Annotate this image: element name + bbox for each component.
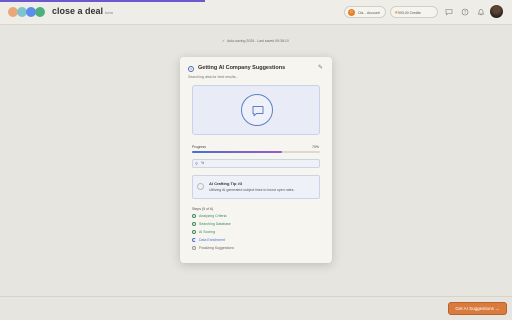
- step-item: Data Enrichment: [192, 237, 226, 243]
- svg-text:?: ?: [464, 9, 466, 14]
- spinner-icon: [192, 237, 196, 242]
- check-icon: ✓: [222, 39, 225, 43]
- user-initial: C: [348, 9, 355, 16]
- tip-card: AI Crafting Tip #3 Utilizing AI-generate…: [192, 175, 320, 199]
- step-item: Analyzing Criteria: [192, 213, 227, 219]
- step-label: AI Scoring: [199, 230, 216, 234]
- edit-icon[interactable]: ✎: [318, 64, 323, 71]
- account-label: Cla... Account: [358, 11, 380, 15]
- progress-label: Progress: [192, 145, 207, 149]
- avatar[interactable]: [490, 5, 503, 18]
- loading-strip: [0, 0, 205, 2]
- account-switcher[interactable]: C Cla... Account: [344, 6, 386, 18]
- bell-icon[interactable]: [477, 8, 485, 16]
- step-label: Analyzing Criteria: [199, 214, 227, 218]
- check-circle-icon: [192, 221, 196, 226]
- credits-label: 993.00 Credits: [398, 11, 421, 15]
- status-text: %: [201, 161, 205, 165]
- modal-title: Getting AI Company Suggestions: [198, 65, 286, 71]
- progress-bar: [192, 151, 320, 153]
- step-item: AI Scoring: [192, 229, 216, 235]
- autosave-status: ✓ Auto-saving 2026 - Last saved 09:38:10: [222, 39, 289, 43]
- steps-label: Steps (5 of 6): [192, 207, 214, 211]
- autosave-text: Auto-saving 2026 - Last saved 09:38:10: [226, 39, 289, 43]
- step-item: Finalizing Suggestions: [192, 245, 235, 251]
- logo-dot: [35, 7, 45, 17]
- step-label: Searching Database: [199, 222, 231, 226]
- info-icon: i: [188, 66, 194, 72]
- footer-divider: [0, 296, 512, 297]
- check-circle-icon: [192, 229, 196, 234]
- get-ai-suggestions-button[interactable]: Get AI Suggestions →: [448, 302, 507, 315]
- chat-icon[interactable]: [445, 8, 453, 16]
- modal-subtitle: Searching data for best results...: [188, 75, 239, 79]
- logo[interactable]: [8, 7, 45, 17]
- star-icon: ★: [394, 10, 399, 16]
- ai-suggestions-modal: i Getting AI Company Suggestions ✎ Searc…: [180, 57, 332, 263]
- progress-fill: [192, 151, 282, 153]
- credits-badge[interactable]: ★ 993.00 Credits: [390, 6, 438, 18]
- search-icon: ⚲: [195, 161, 198, 166]
- brand-name: close a deal beta: [52, 6, 113, 16]
- step-label: Data Enrichment: [199, 238, 226, 242]
- tip-text: Utilizing AI-generated subject lines to …: [209, 188, 295, 192]
- chat-bubble-icon: [241, 94, 273, 126]
- circle-icon: [192, 245, 196, 250]
- brand-text: close a deal: [52, 6, 104, 16]
- status-box: ⚲ %: [192, 159, 320, 168]
- help-icon[interactable]: ?: [461, 8, 469, 16]
- progress-value: 70%: [312, 145, 320, 149]
- step-item: Searching Database: [192, 221, 231, 227]
- loading-illustration: [192, 85, 320, 135]
- step-label: Finalizing Suggestions: [199, 246, 235, 250]
- top-bar: close a deal beta C Cla... Account ★ 993.…: [0, 0, 512, 25]
- lightbulb-icon: [197, 183, 204, 190]
- check-circle-icon: [192, 213, 196, 218]
- brand-suffix: beta: [105, 10, 113, 15]
- tip-title: AI Crafting Tip #3: [209, 181, 243, 186]
